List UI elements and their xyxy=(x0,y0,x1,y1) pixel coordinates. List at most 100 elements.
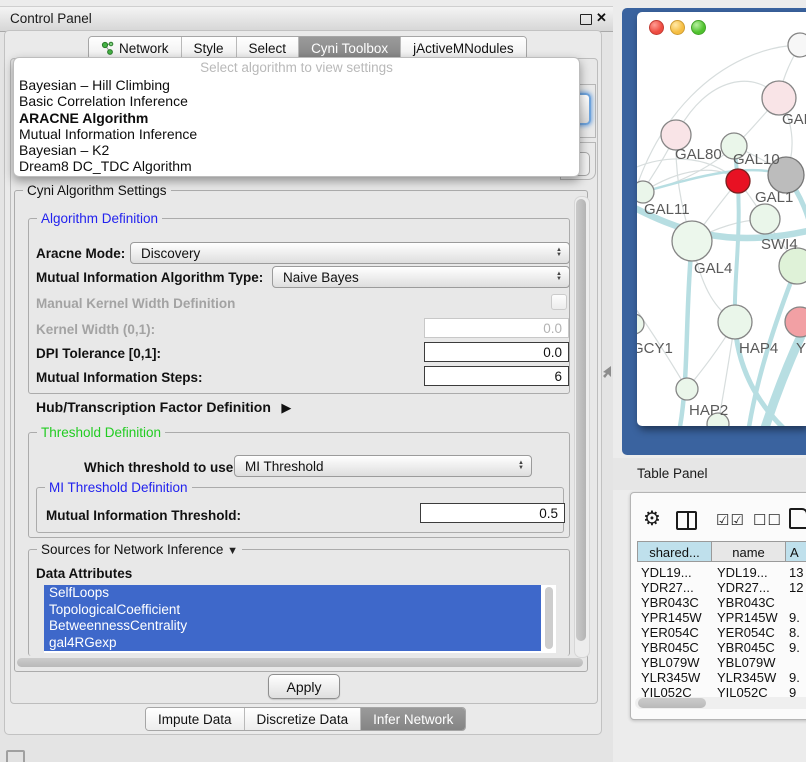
table-cell[interactable]: 9. xyxy=(789,610,806,625)
tab-impute-data[interactable]: Impute Data xyxy=(146,708,245,730)
table-cell[interactable]: YBL079W xyxy=(641,655,711,670)
deselect-all-columns-icon[interactable]: ☐☐ xyxy=(753,511,782,529)
node-gcy1[interactable] xyxy=(637,314,644,334)
which-threshold-combobox[interactable]: MI Threshold ▲▼ xyxy=(234,455,532,477)
node-swi4[interactable] xyxy=(779,248,806,284)
attribute-item-gal4rgexp[interactable]: gal4RGexp xyxy=(44,635,541,652)
table-cell[interactable]: YBR043C xyxy=(641,595,711,610)
columns-icon[interactable] xyxy=(676,511,697,530)
node-unlabeled[interactable] xyxy=(788,33,806,57)
mi-steps-field[interactable]: 6 xyxy=(424,366,569,386)
table-panel-header: Table Panel xyxy=(613,458,806,490)
table-cell[interactable]: 8. xyxy=(789,625,806,640)
export-table-icon[interactable] xyxy=(789,508,806,529)
node-gal-cut[interactable] xyxy=(762,81,796,115)
popup-item-bayesian-k2[interactable]: Bayesian – K2 xyxy=(14,142,579,158)
collapse-down-icon[interactable]: ▼ xyxy=(227,545,238,557)
node-label: GAL11 xyxy=(644,201,690,218)
table-cell[interactable]: YDR27... xyxy=(717,580,787,595)
popup-item-mutual-information[interactable]: Mutual Information Inference xyxy=(14,126,579,142)
tab-discretize-data[interactable]: Discretize Data xyxy=(245,708,362,730)
popup-item-aracne[interactable]: ARACNE Algorithm xyxy=(14,110,579,126)
table-cell[interactable] xyxy=(789,655,806,670)
attribute-item-selfloops[interactable]: SelfLoops xyxy=(44,585,541,602)
network-nodes[interactable] xyxy=(637,33,806,426)
table-cell[interactable] xyxy=(789,595,806,610)
table-cell[interactable]: YLR345W xyxy=(641,670,711,685)
table-cell[interactable]: YBL079W xyxy=(717,655,787,670)
tab-style[interactable]: Style xyxy=(182,37,237,59)
table-cell[interactable]: YER054C xyxy=(717,625,787,640)
node-gal11[interactable] xyxy=(637,181,654,203)
network-icon xyxy=(101,41,114,55)
table-cell[interactable]: YBR045C xyxy=(641,640,711,655)
splitter-handle-icon[interactable] xyxy=(603,366,613,379)
kernel-width-field[interactable]: 0.0 xyxy=(424,318,569,338)
apply-button[interactable]: Apply xyxy=(268,674,340,699)
node-label: GAL10 xyxy=(733,151,780,168)
popup-item-dream8[interactable]: Dream8 DC_TDC Algorithm xyxy=(14,158,579,174)
popup-item-bayesian-hill-climbing[interactable]: Bayesian – Hill Climbing xyxy=(14,77,579,93)
hub-definition-toggle[interactable]: Hub/Transcription Factor Definition ▶ xyxy=(36,399,291,417)
settings-vertical-scrollbar-thumb[interactable] xyxy=(576,199,586,641)
mi-type-label: Mutual Information Algorithm Type: xyxy=(36,270,263,285)
attribute-item-betweennesscentrality[interactable]: BetweennessCentrality xyxy=(44,618,541,635)
table-cell[interactable]: YPR145W xyxy=(717,610,787,625)
node-red-selected[interactable] xyxy=(726,169,750,193)
tab-jactivemnodules[interactable]: jActiveMNodules xyxy=(401,37,526,59)
select-all-columns-icon[interactable]: ☑☑ xyxy=(716,511,745,529)
node-hap4[interactable] xyxy=(718,305,752,339)
attribute-item-topologicalcoefficient[interactable]: TopologicalCoefficient xyxy=(44,602,541,619)
node-gal1[interactable] xyxy=(750,204,780,234)
mi-type-combobox[interactable]: Naive Bayes ▲▼ xyxy=(272,266,570,288)
which-threshold-label: Which threshold to use: xyxy=(84,460,238,475)
table-cell[interactable]: 9. xyxy=(789,640,806,655)
settings-group-title: Cyni Algorithm Settings xyxy=(23,183,171,198)
node-y-cut[interactable] xyxy=(785,307,806,337)
table-cell[interactable]: YBR045C xyxy=(717,640,787,655)
dpi-tolerance-field[interactable]: 0.0 xyxy=(424,342,569,362)
gear-icon[interactable]: ⚙ xyxy=(643,509,661,529)
mi-steps-label: Mutual Information Steps: xyxy=(36,370,203,385)
node-label: GAL xyxy=(782,111,806,128)
table-cell[interactable]: YPR145W xyxy=(641,610,711,625)
table-cell[interactable]: YER054C xyxy=(641,625,711,640)
cyni-bottom-tabbar: Impute Data Discretize Data Infer Networ… xyxy=(145,707,466,731)
column-header-name[interactable]: name xyxy=(711,541,786,562)
network-view-window[interactable]: GAL GAL80 GAL10 GAL1 GAL11 SWI4 GAL4 GCY… xyxy=(637,12,806,426)
tab-cyni-toolbox[interactable]: Cyni Toolbox xyxy=(299,37,401,59)
close-icon[interactable]: ✕ xyxy=(596,10,607,26)
table-cell[interactable]: 13 xyxy=(789,565,806,580)
table-cell[interactable]: 9. xyxy=(789,670,806,685)
float-window-icon[interactable] xyxy=(580,14,592,25)
tab-infer-network[interactable]: Infer Network xyxy=(361,708,465,730)
node-gal4[interactable] xyxy=(672,221,712,261)
network-graph[interactable]: GAL GAL80 GAL10 GAL1 GAL11 SWI4 GAL4 GCY… xyxy=(637,12,806,426)
column-header-shared-name[interactable]: shared... xyxy=(637,541,712,562)
node-hap2[interactable] xyxy=(676,378,698,400)
threshold-definition-title: Threshold Definition xyxy=(37,425,165,440)
table-cell[interactable]: 12 xyxy=(789,580,806,595)
table-cell[interactable]: YLR345W xyxy=(717,670,787,685)
tab-select[interactable]: Select xyxy=(237,37,300,59)
table-cell[interactable]: YDL19... xyxy=(641,565,711,580)
column-header-cut[interactable]: A xyxy=(785,541,806,562)
table-cell[interactable]: YDR27... xyxy=(641,580,711,595)
tab-network[interactable]: Network xyxy=(89,37,182,59)
kernel-width-label: Kernel Width (0,1): xyxy=(36,322,155,337)
table-cell[interactable]: YDL19... xyxy=(717,565,787,580)
table-cell[interactable]: YBR043C xyxy=(717,595,787,610)
dock-grip-icon[interactable] xyxy=(6,750,25,762)
table-horizontal-scrollbar[interactable] xyxy=(635,697,806,709)
node-label: GAL1 xyxy=(755,189,793,206)
aracne-mode-combobox[interactable]: Discovery ▲▼ xyxy=(130,242,570,264)
manual-kernel-checkbox[interactable] xyxy=(551,294,567,310)
popup-item-basic-correlation[interactable]: Basic Correlation Inference xyxy=(14,93,579,109)
settings-horizontal-scrollbar[interactable] xyxy=(17,658,583,667)
attributes-scrollbar-thumb[interactable] xyxy=(545,587,553,649)
node-label: GAL80 xyxy=(675,146,722,163)
settings-vertical-scrollbar[interactable] xyxy=(574,196,590,658)
panel-title: Control Panel xyxy=(10,11,92,26)
table-horizontal-scrollbar-thumb[interactable] xyxy=(638,698,706,708)
mi-threshold-field[interactable]: 0.5 xyxy=(420,503,565,523)
